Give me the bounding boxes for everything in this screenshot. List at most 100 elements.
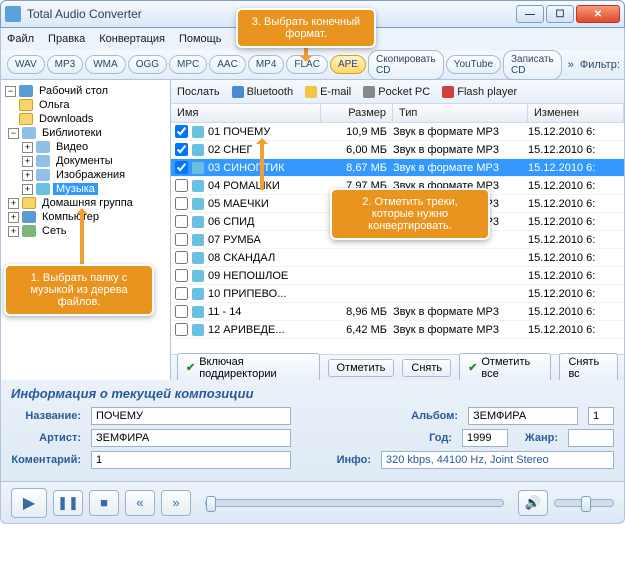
audio-file-icon	[192, 234, 204, 246]
tree-expand-icon[interactable]: +	[8, 226, 19, 237]
menu-file[interactable]: Файл	[7, 33, 34, 45]
uncheck-all-button[interactable]: Снять вс	[559, 353, 618, 381]
menu-convert[interactable]: Конвертация	[99, 33, 165, 45]
artist-input[interactable]	[91, 429, 291, 447]
col-name[interactable]: Имя	[171, 104, 321, 122]
format-copycd[interactable]: Скопировать CD	[368, 50, 444, 80]
genre-input[interactable]	[568, 429, 614, 447]
tree-video[interactable]: Видео	[53, 141, 91, 153]
play-button[interactable]: ▶	[11, 488, 47, 518]
menu-help[interactable]: Помощь	[179, 33, 222, 45]
row-checkbox[interactable]	[175, 161, 188, 174]
check-all-button[interactable]: ✔Отметить все	[459, 353, 551, 381]
stop-button[interactable]: ■	[89, 490, 119, 516]
tree-libs[interactable]: Библиотеки	[39, 127, 105, 139]
tree-expand-icon[interactable]: +	[8, 198, 19, 209]
name-input[interactable]	[91, 407, 291, 425]
include-subdirs-button[interactable]: ✔Включая поддиректории	[177, 353, 320, 381]
format-aac[interactable]: AAC	[209, 55, 246, 74]
tree-computer[interactable]: Компьютер	[39, 211, 102, 223]
tree-docs[interactable]: Документы	[53, 155, 116, 167]
tree-expand-icon[interactable]: +	[22, 170, 33, 181]
table-row[interactable]: 02 СНЕГ6,00 МБЗвук в формате MP315.12.20…	[171, 141, 624, 159]
row-checkbox[interactable]	[175, 125, 188, 138]
row-checkbox[interactable]	[175, 143, 188, 156]
tree-expand-icon[interactable]: +	[22, 184, 33, 195]
album-n-input[interactable]	[588, 407, 614, 425]
col-modified[interactable]: Изменен	[528, 104, 624, 122]
format-wma[interactable]: WMA	[85, 55, 125, 74]
row-checkbox[interactable]	[175, 323, 188, 336]
tree-images[interactable]: Изображения	[53, 169, 128, 181]
col-size[interactable]: Размер	[321, 104, 393, 122]
audio-file-icon	[192, 306, 204, 318]
format-mp4[interactable]: MP4	[248, 55, 285, 74]
pocketpc-button[interactable]: Pocket PC	[363, 86, 430, 98]
audio-file-icon	[192, 198, 204, 210]
format-youtube[interactable]: YouTube	[446, 55, 501, 74]
row-checkbox[interactable]	[175, 215, 188, 228]
send-button[interactable]: Послать	[177, 86, 220, 98]
table-row[interactable]: 01 ПОЧЕМУ10,9 МБЗвук в формате MP315.12.…	[171, 123, 624, 141]
tree-olga[interactable]: Ольга	[36, 99, 72, 111]
maximize-button[interactable]: ☐	[546, 5, 574, 23]
row-checkbox[interactable]	[175, 287, 188, 300]
row-checkbox[interactable]	[175, 251, 188, 264]
seek-slider[interactable]	[205, 499, 504, 507]
format-burncd[interactable]: Записать CD	[503, 50, 562, 80]
table-row[interactable]: 11 - 148,96 МБЗвук в формате MP315.12.20…	[171, 303, 624, 321]
next-button[interactable]: »	[161, 490, 191, 516]
format-mpc[interactable]: MPC	[169, 55, 207, 74]
check-button[interactable]: Отметить	[328, 359, 395, 377]
email-button[interactable]: E-mail	[305, 86, 351, 98]
col-type[interactable]: Тип	[393, 104, 528, 122]
row-checkbox[interactable]	[175, 179, 188, 192]
folder-tree[interactable]: − Рабочий стол Ольга Downloads − Библиотек…	[1, 80, 171, 380]
table-row[interactable]: 09 НЕПОШЛОЕ15.12.2010 6:	[171, 267, 624, 285]
audio-file-icon	[192, 288, 204, 300]
row-checkbox[interactable]	[175, 305, 188, 318]
file-modified: 15.12.2010 6:	[528, 198, 624, 210]
volume-slider[interactable]	[554, 499, 614, 507]
bluetooth-button[interactable]: Bluetooth	[232, 86, 293, 98]
tree-expand-icon[interactable]: +	[22, 142, 33, 153]
file-type: Звук в формате MP3	[393, 324, 528, 336]
format-wav[interactable]: WAV	[7, 55, 45, 74]
table-row[interactable]: 10 ПРИПЕВО...15.12.2010 6:	[171, 285, 624, 303]
volume-button[interactable]: 🔊	[518, 490, 548, 516]
tree-expand-icon[interactable]: +	[8, 212, 19, 223]
file-name: 07 РУМБА	[208, 234, 261, 246]
table-row[interactable]: 08 СКАНДАЛ15.12.2010 6:	[171, 249, 624, 267]
tree-music[interactable]: Музыка	[53, 183, 98, 195]
prev-button[interactable]: «	[125, 490, 155, 516]
seek-thumb[interactable]	[206, 496, 216, 512]
tree-downloads[interactable]: Downloads	[36, 113, 96, 125]
format-ape[interactable]: APE	[330, 55, 366, 74]
tree-network[interactable]: Сеть	[39, 225, 69, 237]
tree-collapse-icon[interactable]: −	[5, 86, 16, 97]
year-input[interactable]	[462, 429, 508, 447]
minimize-button[interactable]: —	[516, 5, 544, 23]
format-mp3[interactable]: MP3	[47, 55, 84, 74]
table-row[interactable]: 12 АРИВЕДЕ...6,42 МБЗвук в формате MP315…	[171, 321, 624, 339]
close-button[interactable]: ✕	[576, 5, 620, 23]
row-checkbox[interactable]	[175, 197, 188, 210]
tree-collapse-icon[interactable]: −	[8, 128, 19, 139]
menu-edit[interactable]: Правка	[48, 33, 85, 45]
toolbar-overflow-icon[interactable]: »	[564, 59, 578, 71]
tree-expand-icon[interactable]: +	[22, 156, 33, 167]
tree-desktop[interactable]: Рабочий стол	[36, 85, 111, 97]
row-checkbox[interactable]	[175, 269, 188, 282]
player-bar: ▶ ❚❚ ■ « » 🔊	[0, 482, 625, 524]
arrow-icon	[260, 140, 264, 190]
row-checkbox[interactable]	[175, 233, 188, 246]
table-row[interactable]: 03 СИНОПТИК8,67 МБЗвук в формате MP315.1…	[171, 159, 624, 177]
comment-input[interactable]	[91, 451, 291, 469]
volume-thumb[interactable]	[581, 496, 591, 512]
album-input[interactable]	[468, 407, 578, 425]
file-modified: 15.12.2010 6:	[528, 324, 624, 336]
uncheck-button[interactable]: Снять	[402, 359, 451, 377]
flashplayer-button[interactable]: Flash player	[442, 86, 517, 98]
pause-button[interactable]: ❚❚	[53, 490, 83, 516]
format-ogg[interactable]: OGG	[128, 55, 167, 74]
